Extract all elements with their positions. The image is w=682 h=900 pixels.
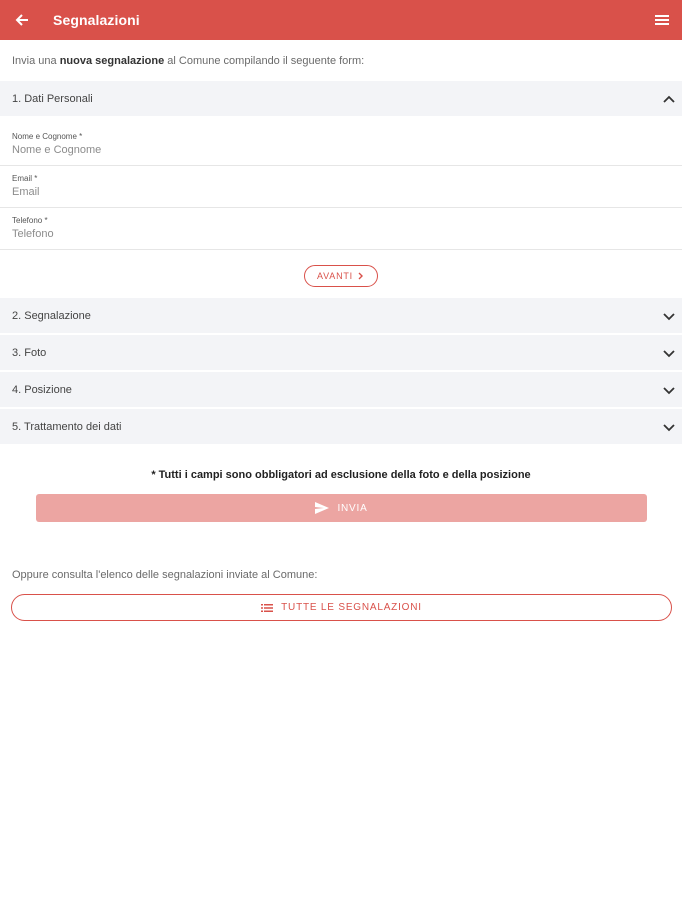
section-label: 4. Posizione xyxy=(12,383,72,396)
section-posizione[interactable]: 4. Posizione xyxy=(0,372,682,407)
phone-input[interactable] xyxy=(12,228,652,240)
required-fields-note: * Tutti i campi sono obbligatori ad escl… xyxy=(151,469,531,481)
oppure-text: Oppure consulta l'elenco delle segnalazi… xyxy=(12,569,318,581)
name-field: Nome e Cognome * xyxy=(0,124,682,166)
tutte-segnalazioni-button[interactable]: TUTTE LE SEGNALAZIONI xyxy=(11,594,672,621)
arrow-left-icon xyxy=(15,14,28,26)
phone-label: Telefono * xyxy=(12,216,48,225)
section-label: 3. Foto xyxy=(12,346,47,359)
section-label: 5. Trattamento dei dati xyxy=(12,420,122,433)
chevron-down-icon xyxy=(663,350,675,358)
paper-plane-icon xyxy=(315,502,330,514)
section-label: 1. Dati Personali xyxy=(12,92,93,105)
section-dati-personali[interactable]: 1. Dati Personali xyxy=(0,81,682,116)
email-field: Email * xyxy=(0,166,682,208)
tutte-label: TUTTE LE SEGNALAZIONI xyxy=(281,602,422,613)
chevron-down-icon xyxy=(663,313,675,321)
intro-bold: nuova segnalazione xyxy=(59,55,165,67)
section-trattamento-dati[interactable]: 5. Trattamento dei dati xyxy=(0,409,682,444)
name-label: Nome e Cognome * xyxy=(12,132,83,141)
chevron-down-icon xyxy=(663,387,675,395)
email-input[interactable] xyxy=(12,186,652,198)
invia-label: INVIA xyxy=(337,502,368,514)
name-input[interactable] xyxy=(12,144,652,156)
back-button[interactable] xyxy=(12,10,32,30)
hamburger-icon xyxy=(655,15,669,25)
chevron-right-icon xyxy=(358,272,363,280)
avanti-button[interactable]: AVANTI xyxy=(304,265,378,287)
invia-button[interactable]: INVIA xyxy=(36,494,647,522)
list-icon xyxy=(261,603,274,612)
menu-button[interactable] xyxy=(654,12,670,28)
section-label: 2. Segnalazione xyxy=(12,309,91,322)
phone-field: Telefono * xyxy=(0,208,682,250)
intro-text: Invia una nuova segnalazione al Comune c… xyxy=(12,55,364,67)
intro-suffix: al Comune compilando il seguente form: xyxy=(164,55,365,67)
chevron-up-icon xyxy=(663,95,675,103)
email-label: Email * xyxy=(12,174,38,183)
section-segnalazione[interactable]: 2. Segnalazione xyxy=(0,298,682,333)
avanti-label: AVANTI xyxy=(317,271,353,281)
app-bar: Segnalazioni xyxy=(0,0,682,40)
section-foto[interactable]: 3. Foto xyxy=(0,335,682,370)
page-title: Segnalazioni xyxy=(53,12,140,28)
intro-prefix: Invia una xyxy=(12,55,60,67)
chevron-down-icon xyxy=(663,424,675,432)
